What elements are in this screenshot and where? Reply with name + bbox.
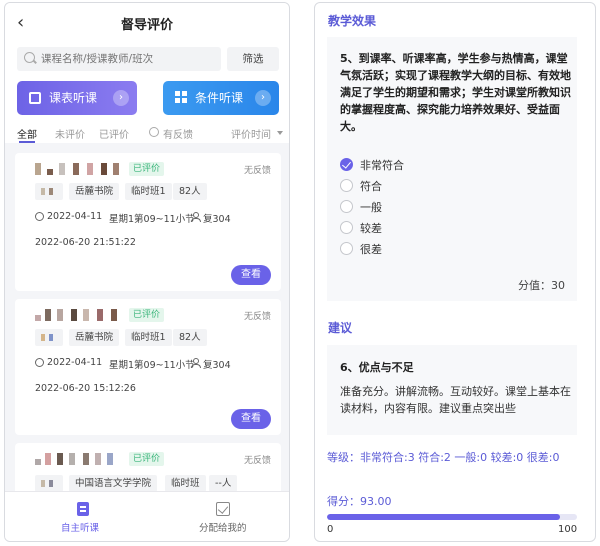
clock-icon xyxy=(35,212,44,221)
feedback-status: 无反馈 xyxy=(243,312,271,322)
tab-all[interactable]: 全部 xyxy=(17,126,37,141)
grade-summary: 等级：非常符合:3 符合:2 一般:0 较差:0 很差:0 xyxy=(327,451,560,464)
view-button[interactable]: 查看 xyxy=(231,265,271,285)
suggestion-box: 6、优点与不足 准备充分。讲解流畅。互动较好。课堂上基本在读材料，内容有限。建议… xyxy=(327,345,577,435)
radio-checked-icon[interactable] xyxy=(340,158,353,171)
radio-icon[interactable] xyxy=(340,179,353,192)
class-tag: 临时班1 xyxy=(125,329,172,346)
nav-self-listen[interactable]: 自主听课 xyxy=(61,520,99,534)
nav-assigned[interactable]: 分配给我的 xyxy=(199,520,247,534)
radio-icon[interactable] xyxy=(340,200,353,213)
feedback-status: 无反馈 xyxy=(243,166,271,176)
tab-underline xyxy=(19,141,35,143)
option-label: 非常符合 xyxy=(360,159,404,172)
blurred-teacher-avatar xyxy=(35,475,63,492)
right-screen: 教学效果 5、到课率、听课率高，学生参与热情高，课堂气氛活跃；实现了课程教学大纲… xyxy=(314,2,596,542)
radio-icon[interactable] xyxy=(340,221,353,234)
blurred-course-name xyxy=(35,163,119,175)
search-input[interactable] xyxy=(41,51,217,67)
score-progress-fill xyxy=(327,514,560,520)
location-icon xyxy=(191,212,201,222)
view-button[interactable]: 查看 xyxy=(231,409,271,429)
filter-button[interactable]: 筛选 xyxy=(227,47,279,71)
class-tag: 临时班1 xyxy=(125,183,172,200)
score-progress-bar xyxy=(327,514,577,520)
question-box: 5、到课率、听课率高，学生参与热情高，课堂气氛活跃；实现了课程教学大纲的目标、有… xyxy=(327,37,577,301)
suggestion-text: 准备充分。讲解流畅。互动较好。课堂上基本在读材料，内容有限。建议重点突出些 xyxy=(340,385,571,415)
count-tag: 82人 xyxy=(173,329,207,346)
calendar-icon xyxy=(29,92,41,104)
progress-min: 0 xyxy=(327,524,334,535)
blurred-course-name xyxy=(35,309,119,321)
sort-by-time[interactable]: 评价时间 xyxy=(231,126,271,141)
option-label: 较差 xyxy=(360,222,382,235)
count-tag: --人 xyxy=(209,475,238,492)
lesson-room: 复304 xyxy=(203,214,231,225)
condition-listen-button[interactable]: 条件听课 › xyxy=(163,81,279,115)
bottom-nav: 自主听课 分配给我的 xyxy=(5,491,289,541)
question-score: 分值：30 xyxy=(518,279,565,292)
page-title: 督导评价 xyxy=(120,18,173,33)
tab-rated[interactable]: 已评价 xyxy=(99,126,129,141)
evaluation-card[interactable]: 已评价 无反馈 岳麓书院 临时班1 82人 2022-04-11 星期1第09~… xyxy=(15,299,281,435)
feedback-status: 无反馈 xyxy=(243,456,271,466)
grid-icon xyxy=(175,91,188,104)
progress-max: 100 xyxy=(558,524,578,535)
section-teaching-effect: 教学效果 xyxy=(328,14,377,28)
suggestion-title: 6、优点与不足 xyxy=(340,361,414,374)
search-icon xyxy=(24,52,35,63)
option-label: 一般 xyxy=(360,201,382,214)
blurred-teacher-avatar xyxy=(35,329,63,346)
lesson-period: 星期1第09~11小节 xyxy=(109,360,195,371)
sort-down-icon xyxy=(277,131,283,135)
college-tag: 岳麓书院 xyxy=(69,183,120,200)
college-tag: 中国语言文学学院 xyxy=(69,475,158,492)
search-row: 筛选 xyxy=(5,43,289,75)
blurred-course-name xyxy=(35,453,119,465)
lesson-date: 2022-04-11 xyxy=(47,357,103,368)
college-tag: 岳麓书院 xyxy=(69,329,120,346)
option-label: 符合 xyxy=(360,180,382,193)
status-badge: 已评价 xyxy=(129,308,165,322)
chevron-right-icon: › xyxy=(255,90,271,106)
header: ‹ 督导评价 xyxy=(5,3,289,43)
section-suggestion: 建议 xyxy=(328,321,353,335)
status-badge: 已评价 xyxy=(129,452,165,466)
self-listen-icon xyxy=(77,502,89,516)
left-screen: ‹ 督导评价 筛选 课表听课 › 条件听课 › 全部 未评价 已评价 有反馈 评… xyxy=(4,2,290,542)
option-label: 很差 xyxy=(360,243,382,256)
class-tag: 临时班 xyxy=(165,475,206,492)
condition-listen-label: 条件听课 xyxy=(195,91,244,105)
feedback-radio[interactable] xyxy=(149,127,159,137)
count-tag: 82人 xyxy=(173,183,207,200)
location-icon xyxy=(191,358,201,368)
blurred-teacher-avatar xyxy=(35,183,63,200)
lesson-date: 2022-04-11 xyxy=(47,211,103,222)
evaluation-card[interactable]: 已评价 无反馈 中国语言文学学院 临时班 --人 xyxy=(15,443,281,492)
schedule-listen-label: 课表听课 xyxy=(49,91,98,105)
filter-tabs: 全部 未评价 已评价 有反馈 评价时间 xyxy=(5,123,289,143)
eval-timestamp: 2022-06-20 21:51:22 xyxy=(35,237,136,248)
total-score: 得分：93.00 xyxy=(327,495,392,508)
question-text: 5、到课率、听课率高，学生参与热情高，课堂气氛活跃；实现了课程教学大纲的目标、有… xyxy=(340,52,571,133)
eval-timestamp: 2022-06-20 15:12:26 xyxy=(35,383,136,394)
radio-icon[interactable] xyxy=(340,242,353,255)
chevron-right-icon: › xyxy=(113,90,129,106)
lesson-period: 星期1第09~11小节 xyxy=(109,214,195,225)
clock-icon xyxy=(35,358,44,367)
tab-has-feedback[interactable]: 有反馈 xyxy=(163,126,193,141)
assigned-check-icon xyxy=(216,502,230,516)
search-box[interactable] xyxy=(17,47,221,71)
mode-buttons: 课表听课 › 条件听课 › xyxy=(5,75,289,123)
evaluation-card[interactable]: 已评价 无反馈 岳麓书院 临时班1 82人 2022-04-11 星期1第09~… xyxy=(15,153,281,291)
status-badge: 已评价 xyxy=(129,162,165,176)
tab-unrated[interactable]: 未评价 xyxy=(55,126,85,141)
schedule-listen-button[interactable]: 课表听课 › xyxy=(17,81,137,115)
lesson-room: 复304 xyxy=(203,360,231,371)
